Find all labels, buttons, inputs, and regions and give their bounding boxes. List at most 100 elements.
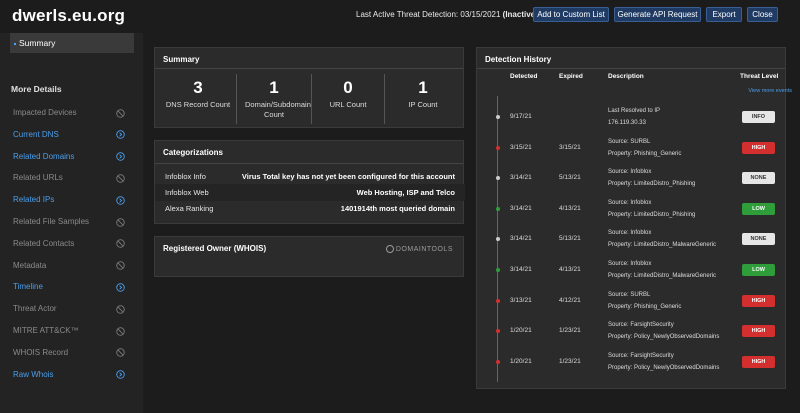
- event-source: Source: Infoblox: [608, 261, 652, 267]
- sidebar-item-threat-actor: Threat Actor: [13, 302, 125, 316]
- event-detected-date: 9/17/21: [510, 113, 532, 120]
- export-button[interactable]: Export: [706, 7, 742, 22]
- whois-panel: Registered Owner (WHOIS) DOMAINTOOLS: [154, 236, 464, 277]
- event-source: Source: FarsightSecurity: [608, 322, 674, 329]
- timeline-dot: [495, 268, 500, 272]
- event-detected-date: 3/14/21: [510, 174, 532, 182]
- timeline-dot: [495, 206, 500, 211]
- event-property: Property: Policy_NewlyObservedDomains: [608, 334, 720, 341]
- event-detected-date: 3/14/21: [510, 235, 532, 243]
- summary-title: Summary: [163, 55, 200, 64]
- timeline-dot: [495, 329, 500, 334]
- sidebar-item-summary[interactable]: Summary: [10, 33, 134, 53]
- count-label: URL Count: [329, 100, 367, 109]
- arrow-circle-icon: [116, 195, 125, 205]
- sidebar-item-related-urls: Related URLs: [13, 171, 125, 185]
- last-active-threat-detection: Last Active Threat Detection: 03/15/2021…: [356, 10, 538, 19]
- sidebar-item-related-contacts: Related Contacts: [13, 237, 125, 251]
- event-detected-date: 3/14/21: [510, 204, 532, 212]
- categorization-row: Alexa Ranking 1401914th most queried dom…: [155, 200, 465, 217]
- disabled-icon: [116, 304, 125, 314]
- column-header-detected[interactable]: Detected: [510, 73, 537, 80]
- event-property: Property: Policy_NewlyObservedDomains: [608, 364, 720, 371]
- sidebar-item-metadata: Metadata: [13, 259, 125, 273]
- domain-subdomain-count: 1 Domain/Subdomain Count: [237, 74, 311, 122]
- event-source: Source: SURBL: [608, 138, 651, 145]
- sidebar-item-timeline[interactable]: Timeline: [13, 280, 125, 294]
- categorizations-title: Categorizations: [163, 148, 224, 157]
- threat-level-badge: HIGH: [742, 325, 775, 338]
- timeline-dot: [495, 145, 500, 150]
- disabled-icon: [116, 217, 125, 227]
- threat-level-badge: NONE: [742, 233, 775, 246]
- arrow-circle-icon: [116, 130, 125, 140]
- divider: [155, 68, 463, 69]
- column-header-description[interactable]: Description: [608, 73, 644, 80]
- disabled-icon: [116, 108, 125, 118]
- count-label: Domain/Subdomain Count: [245, 100, 311, 119]
- count-value: 1: [269, 78, 279, 97]
- count-value: 0: [343, 78, 353, 97]
- ip-count: 1 IP Count: [385, 74, 461, 122]
- domain-title: dwerls.eu.org: [12, 6, 126, 25]
- more-details-heading: More Details: [11, 84, 62, 94]
- sidebar-item-whois-record: WHOIS Record: [13, 346, 125, 360]
- arrow-circle-icon: [116, 283, 125, 292]
- sidebar-item-label: Metadata: [13, 260, 47, 270]
- sidebar-item-related-domains[interactable]: Related Domains: [13, 150, 125, 164]
- timeline-dot: [495, 176, 500, 181]
- timeline-dot: [495, 359, 500, 364]
- event-expired-date: 3/15/21: [559, 143, 581, 151]
- event-source: Source: FarsightSecurity: [608, 352, 674, 359]
- count-label: IP Count: [408, 100, 438, 109]
- generate-api-request-button[interactable]: Generate API Request: [614, 7, 701, 22]
- domaintools-logo-text: DOMAINTOOLS: [395, 245, 453, 253]
- categorization-row: Infoblox Info Virus Total key has not ye…: [155, 168, 465, 185]
- dns-record-count: 3 DNS Record Count: [159, 74, 237, 122]
- url-count: 0 URL Count: [312, 74, 384, 122]
- event-source: Source: Infoblox: [608, 199, 652, 206]
- disabled-icon: [116, 326, 125, 336]
- last-active-label: Last Active Threat Detection:: [356, 10, 459, 19]
- categorization-key: Infoblox Web: [165, 188, 209, 197]
- sidebar-item-label: Related Domains: [13, 151, 75, 161]
- sidebar-item-raw-whois[interactable]: Raw Whois: [13, 368, 125, 382]
- whois-title: Registered Owner (WHOIS): [163, 244, 267, 253]
- sidebar-item-mitre-att-ck: MITRE ATT&CK™: [13, 324, 125, 338]
- threat-level-badge: INFO: [742, 111, 775, 123]
- event-property: Property: LimitedDistro_MalwareGeneric: [608, 242, 717, 249]
- domaintools-logo-icon: [385, 245, 394, 253]
- last-active-date: 03/15/2021: [460, 10, 501, 19]
- sidebar-item-label: Related File Samples: [13, 217, 90, 226]
- disabled-icon: [116, 261, 125, 270]
- close-button[interactable]: Close: [747, 7, 778, 22]
- sidebar-item-label: Related URLs: [13, 173, 63, 183]
- event-detected-date: 1/20/21: [510, 327, 532, 335]
- arrow-circle-icon: [116, 152, 125, 161]
- event-expired-date: 1/23/21: [559, 327, 581, 335]
- divider: [477, 68, 785, 69]
- column-header-expired[interactable]: Expired: [559, 73, 583, 80]
- column-header-threat-level[interactable]: Threat Level: [740, 73, 778, 80]
- event-source: Last Resolved to IP: [608, 108, 661, 114]
- count-label: DNS Record Count: [165, 100, 231, 109]
- categorization-value: Virus Total key has not yet been configu…: [241, 172, 455, 181]
- disabled-icon: [116, 348, 125, 358]
- categorization-value: Web Hosting, ISP and Telco: [356, 188, 455, 197]
- view-more-events-link[interactable]: View more events: [748, 88, 792, 94]
- event-property: Property: LimitedDistro_MalwareGeneric: [608, 273, 717, 279]
- threat-level-badge: HIGH: [742, 294, 775, 307]
- sidebar-item-related-ips[interactable]: Related IPs: [13, 193, 125, 207]
- event-property: Property: Phishing_Generic: [608, 303, 682, 310]
- event-expired-date: 4/13/21: [559, 204, 581, 212]
- add-to-custom-list-button[interactable]: Add to Custom List: [533, 7, 609, 22]
- event-property: 176.119.30.33: [608, 120, 646, 126]
- event-expired-date: 5/13/21: [559, 174, 581, 182]
- event-expired-date: 4/13/21: [559, 266, 581, 273]
- timeline-dot: [495, 115, 500, 119]
- sidebar-item-related-file-samples: Related File Samples: [13, 215, 125, 229]
- categorizations-panel: Categorizations Infoblox Info Virus Tota…: [154, 140, 465, 224]
- active-indicator: [14, 42, 16, 45]
- sidebar-item-current-dns[interactable]: Current DNS: [13, 128, 125, 142]
- summary-panel: Summary 3 DNS Record Count 1 Domain/Subd…: [154, 47, 464, 128]
